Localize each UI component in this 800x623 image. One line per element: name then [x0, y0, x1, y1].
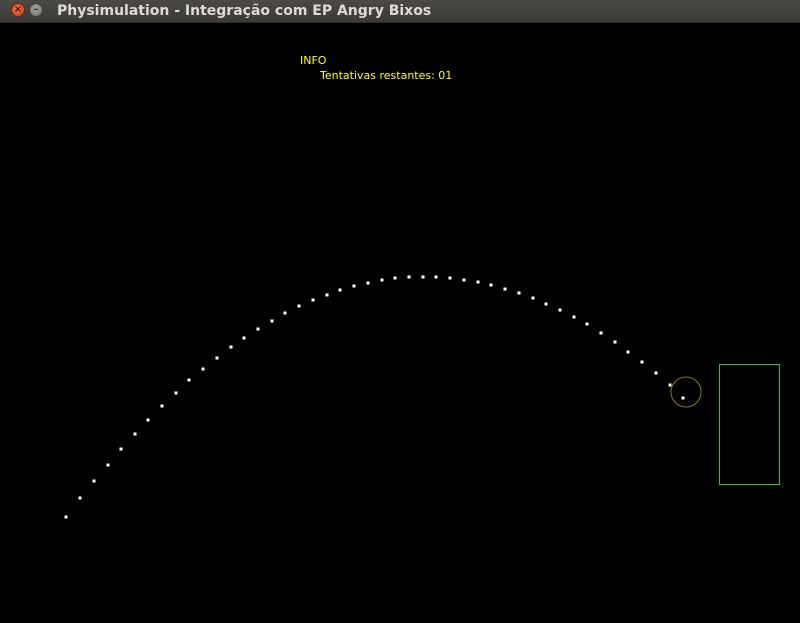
trajectory-dot — [297, 304, 301, 308]
trajectory-dot — [462, 278, 466, 282]
trajectory-dot — [640, 360, 644, 364]
trajectory-dot — [311, 298, 315, 302]
trajectory-dot — [146, 418, 150, 422]
trajectory-dot — [668, 383, 672, 387]
trajectory-dot — [174, 391, 178, 395]
trajectory-dot — [407, 275, 411, 279]
trajectory-dot — [531, 296, 535, 300]
trajectory-dot — [654, 371, 658, 375]
trajectory-dot — [476, 280, 480, 284]
trajectory-dot — [256, 327, 260, 331]
trajectory-dot — [64, 515, 68, 519]
trajectory-dot — [283, 311, 287, 315]
trajectory-dot — [229, 345, 233, 349]
trajectory-dot — [503, 287, 507, 291]
trajectory-dot — [393, 276, 397, 280]
projectile-outline — [670, 376, 702, 408]
trajectory-dot — [558, 308, 562, 312]
trajectory-path — [64, 275, 672, 519]
trajectory-dot — [434, 275, 438, 279]
trajectory-dot — [78, 496, 82, 500]
trajectory-dot — [489, 283, 493, 287]
trajectory-dot — [517, 291, 521, 295]
trajectory-dot — [544, 302, 548, 306]
trajectory-dot — [613, 340, 617, 344]
trajectory-dot — [380, 278, 384, 282]
trajectory-dot — [187, 378, 191, 382]
trajectory-dot — [160, 404, 164, 408]
projectile — [681, 396, 685, 400]
trajectory-dot — [448, 276, 452, 280]
trajectory-dot — [626, 350, 630, 354]
trajectory-dot — [366, 281, 370, 285]
trajectory-dot — [119, 447, 123, 451]
trajectory-dot — [572, 315, 576, 319]
trajectory-dot — [242, 336, 246, 340]
trajectory-dot — [106, 463, 110, 467]
trajectory-dot — [133, 432, 137, 436]
app-window: × – Physimulation - Integração com EP An… — [0, 0, 800, 623]
trajectory-dot — [338, 288, 342, 292]
trajectory-dot — [270, 319, 274, 323]
target-box — [719, 364, 780, 485]
trajectory-dot — [421, 275, 425, 279]
simulation-canvas — [64, 275, 780, 519]
info-heading: INFO — [300, 54, 327, 67]
trajectory-dot — [352, 284, 356, 288]
trajectory-dot — [215, 356, 219, 360]
trajectory-dot — [325, 293, 329, 297]
trajectory-dot — [599, 331, 603, 335]
trajectory-dot — [585, 322, 589, 326]
trajectory-dot — [92, 479, 96, 483]
trajectory-dot — [201, 367, 205, 371]
attempts-remaining: Tentativas restantes: 01 — [320, 69, 453, 82]
